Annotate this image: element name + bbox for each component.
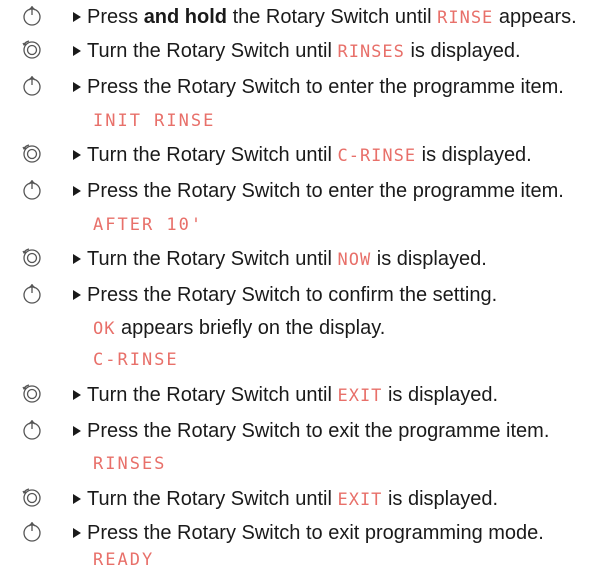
step-text: Turn the Rotary Switch until NOW is disp… <box>87 248 487 270</box>
turn-icon <box>20 246 44 270</box>
press-icon <box>20 74 44 98</box>
display-code: C-RINSE <box>337 146 417 166</box>
display-code: RINSE <box>437 8 494 28</box>
step-2: Turn the Rotary Switch until RINSES is d… <box>0 36 607 70</box>
display-code: RINSES <box>337 42 405 62</box>
turn-icon <box>20 142 44 166</box>
step-10: Turn the Rotary Switch until EXIT is dis… <box>0 484 607 518</box>
step-note: OK appears briefly on the display. <box>93 317 386 339</box>
turn-icon <box>20 486 44 510</box>
display-readout: READY <box>93 550 155 570</box>
bullet-arrow <box>73 494 81 504</box>
step-3: Press the Rotary Switch to enter the pro… <box>0 72 607 106</box>
step-7: Press the Rotary Switch to confirm the s… <box>0 280 607 314</box>
bullet-arrow <box>73 254 81 264</box>
step-text: Turn the Rotary Switch until EXIT is dis… <box>87 488 499 510</box>
press-icon <box>20 418 44 442</box>
bullet-arrow <box>73 528 81 538</box>
bullet-arrow <box>73 290 81 300</box>
step-text: Turn the Rotary Switch until C-RINSE is … <box>87 144 532 166</box>
press-icon <box>20 178 44 202</box>
turn-icon <box>20 382 44 406</box>
bullet-arrow <box>73 186 81 196</box>
step-text: Press the Rotary Switch to exit the prog… <box>87 420 550 442</box>
step-8: Turn the Rotary Switch until EXIT is dis… <box>0 380 607 414</box>
press-icon <box>20 282 44 306</box>
display-code: EXIT <box>337 490 383 510</box>
emphasis: and hold <box>143 6 228 28</box>
display-code: NOW <box>337 250 372 270</box>
step-text: Press and hold the Rotary Switch until R… <box>87 6 577 28</box>
step-6: Turn the Rotary Switch until NOW is disp… <box>0 244 607 278</box>
display-readout: RINSES <box>93 454 167 474</box>
step-text: Press the Rotary Switch to exit programm… <box>87 522 544 544</box>
display-code: OK <box>93 319 116 339</box>
press-icon <box>20 4 44 28</box>
step-text: Turn the Rotary Switch until EXIT is dis… <box>87 384 499 406</box>
step-text: Press the Rotary Switch to enter the pro… <box>87 180 564 202</box>
step-text: Turn the Rotary Switch until RINSES is d… <box>87 40 521 62</box>
display-readout: AFTER 10' <box>93 215 204 235</box>
display-readout: C-RINSE <box>93 350 179 370</box>
bullet-arrow <box>73 46 81 56</box>
press-icon <box>20 520 44 544</box>
step-11: Press the Rotary Switch to exit programm… <box>0 518 607 552</box>
step-4: Turn the Rotary Switch until C-RINSE is … <box>0 140 607 174</box>
step-text: Press the Rotary Switch to enter the pro… <box>87 76 564 98</box>
step-5: Press the Rotary Switch to enter the pro… <box>0 176 607 210</box>
turn-icon <box>20 38 44 62</box>
bullet-arrow <box>73 390 81 400</box>
step-1: Press and hold the Rotary Switch until R… <box>0 2 607 36</box>
step-9: Press the Rotary Switch to exit the prog… <box>0 416 607 450</box>
step-text: Press the Rotary Switch to confirm the s… <box>87 284 498 306</box>
bullet-arrow <box>73 426 81 436</box>
bullet-arrow <box>73 150 81 160</box>
display-readout: INIT RINSE <box>93 111 216 131</box>
bullet-arrow <box>73 82 81 92</box>
display-code: EXIT <box>337 386 383 406</box>
bullet-arrow <box>73 12 81 22</box>
